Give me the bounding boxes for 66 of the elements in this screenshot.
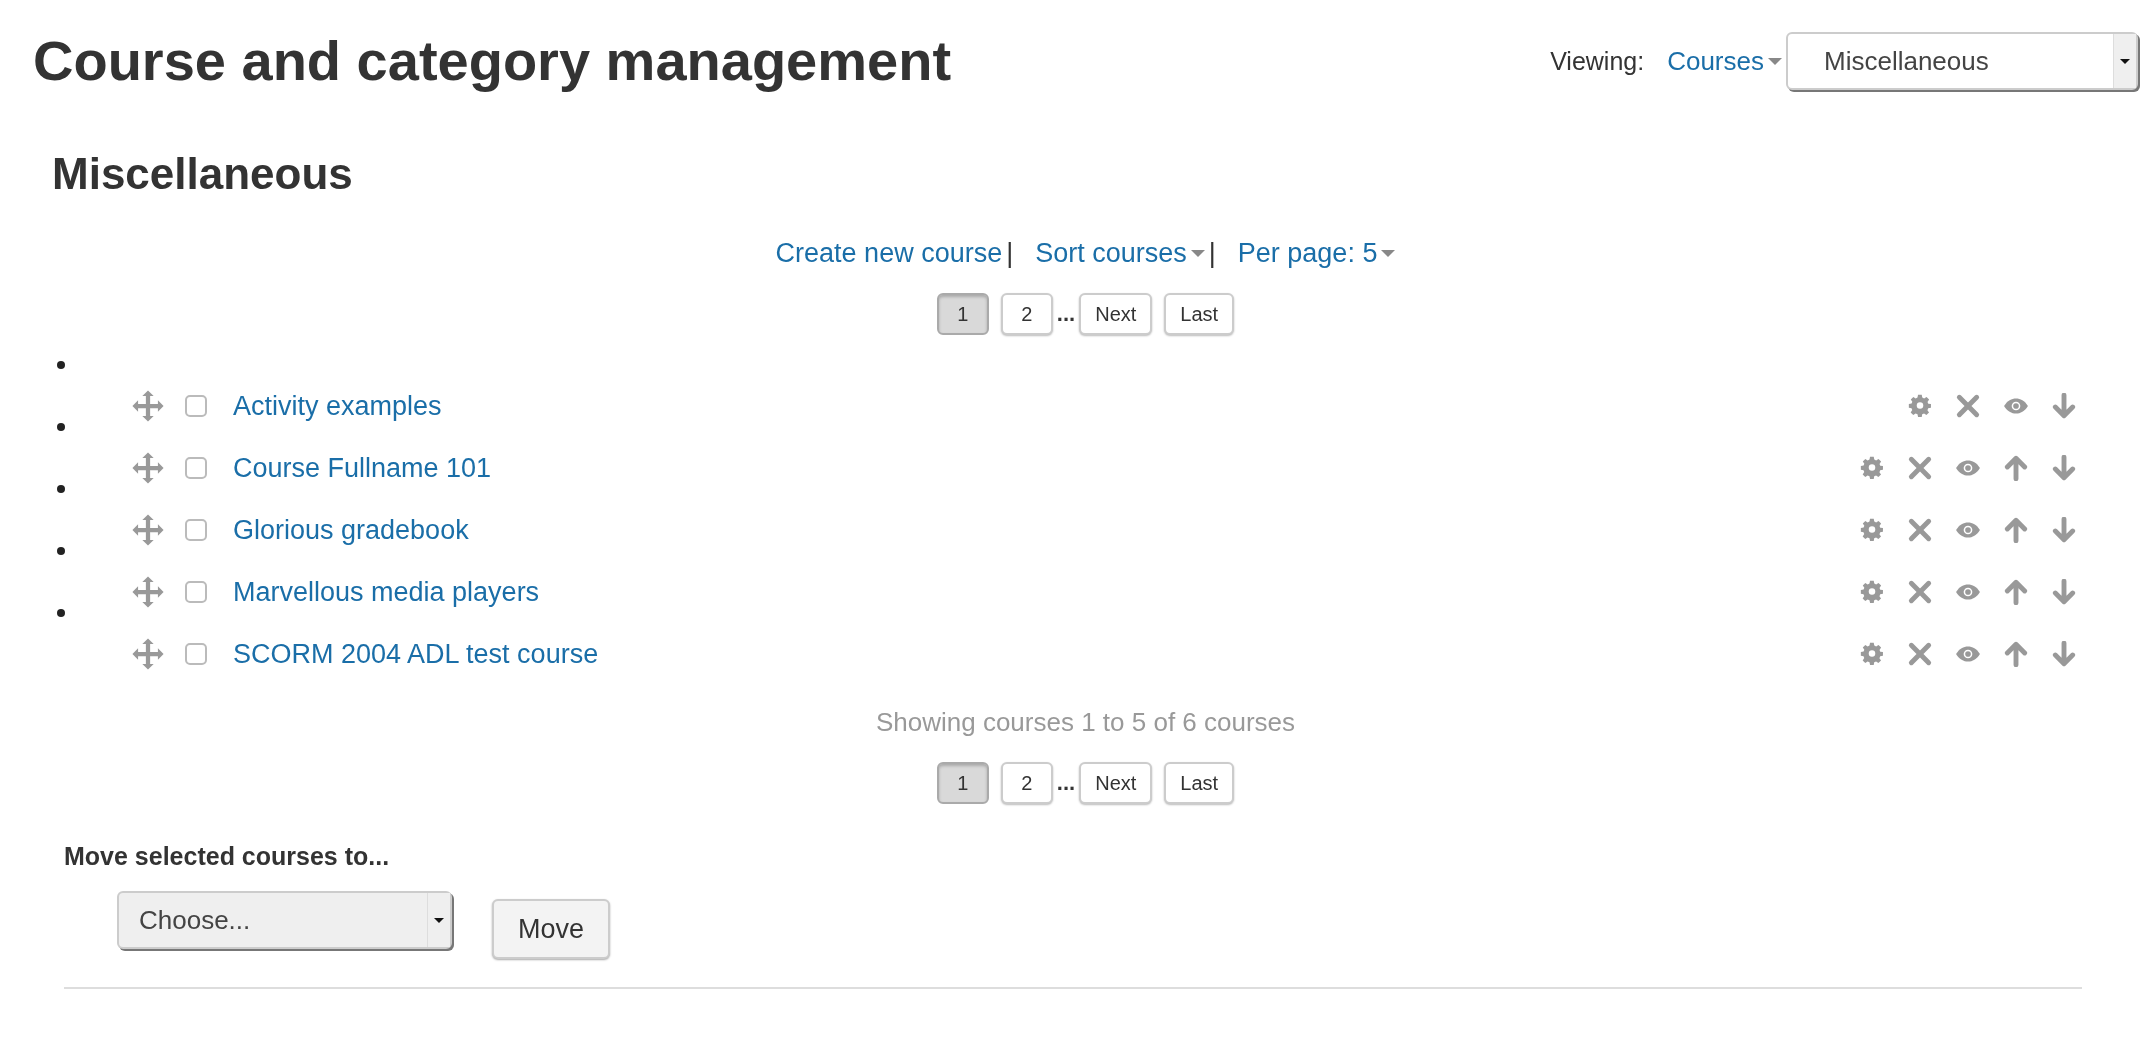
course-link[interactable]: Marvellous media players [233, 576, 540, 608]
page-button[interactable]: Last [1164, 762, 1235, 804]
down-arrow-icon[interactable] [2051, 517, 2077, 543]
page-button[interactable]: Last [1164, 293, 1235, 335]
settings-icon[interactable] [1859, 641, 1885, 667]
move-button[interactable]: Move [492, 899, 611, 959]
viewing-label: Viewing: [1550, 46, 1645, 76]
course-count-summary: Showing courses 1 to 5 of 6 courses [874, 707, 1297, 738]
course-checkbox[interactable] [185, 519, 207, 541]
course-checkbox[interactable] [185, 457, 207, 479]
page-button[interactable]: Next [1079, 293, 1153, 335]
course-checkbox[interactable] [185, 581, 207, 603]
course-link[interactable]: Course Fullname 101 [233, 452, 492, 484]
bullet-icon [57, 423, 65, 431]
down-arrow-icon[interactable] [2051, 393, 2077, 419]
caret-icon [434, 917, 444, 923]
page-button[interactable]: 2 [1000, 293, 1053, 335]
course-checkbox[interactable] [185, 395, 207, 417]
caret-icon [1381, 250, 1396, 257]
page-button[interactable]: 2 [1000, 762, 1053, 804]
bullet-icon [57, 485, 65, 493]
settings-icon[interactable] [1907, 393, 1933, 419]
down-arrow-icon[interactable] [2051, 641, 2077, 667]
caret-icon [1190, 250, 1205, 257]
move-icon[interactable] [131, 389, 165, 423]
move-icon[interactable] [131, 513, 165, 547]
caret-icon [2120, 58, 2130, 64]
down-arrow-icon[interactable] [2051, 455, 2077, 481]
delete-icon[interactable] [1907, 517, 1933, 543]
course-checkbox[interactable] [185, 643, 207, 665]
settings-icon[interactable] [1859, 455, 1885, 481]
move-icon[interactable] [131, 575, 165, 609]
category-select[interactable]: Miscellaneous [1786, 32, 2138, 90]
up-arrow-icon[interactable] [2003, 517, 2029, 543]
bullet-icon [57, 361, 65, 369]
settings-icon[interactable] [1859, 517, 1885, 543]
ellipsis: ... [1056, 301, 1076, 327]
category-select[interactable]: Choose... [117, 891, 452, 949]
page-button[interactable]: 1 [936, 293, 989, 335]
action-link[interactable]: Create new course [775, 238, 1003, 269]
course-link[interactable]: Glorious gradebook [233, 514, 469, 546]
page-button[interactable]: 1 [936, 762, 989, 804]
course-link[interactable]: Activity examples [233, 390, 442, 422]
move-icon[interactable] [131, 637, 165, 671]
delete-icon[interactable] [1955, 393, 1981, 419]
down-arrow-icon[interactable] [2051, 579, 2077, 605]
separator: | [1006, 238, 1014, 269]
delete-icon[interactable] [1907, 641, 1933, 667]
page-button[interactable]: Next [1079, 762, 1153, 804]
delete-icon[interactable] [1907, 579, 1933, 605]
up-arrow-icon[interactable] [2003, 641, 2029, 667]
course-link[interactable]: SCORM 2004 ADL test course [233, 638, 599, 670]
category-heading: Miscellaneous [52, 148, 354, 200]
up-arrow-icon[interactable] [2003, 579, 2029, 605]
move-label: Move selected courses to... [64, 842, 391, 871]
move-icon[interactable] [131, 451, 165, 485]
bullet-icon [57, 547, 65, 555]
action-link[interactable]: Sort courses [1035, 238, 1205, 269]
ellipsis: ... [1056, 770, 1076, 796]
delete-icon[interactable] [1907, 455, 1933, 481]
bullet-icon [57, 609, 65, 617]
page-title: Course and category management [33, 28, 952, 94]
action-link[interactable]: Per page: 5 [1237, 238, 1396, 269]
settings-icon[interactable] [1859, 579, 1885, 605]
separator: | [1208, 238, 1216, 269]
up-arrow-icon[interactable] [2003, 455, 2029, 481]
